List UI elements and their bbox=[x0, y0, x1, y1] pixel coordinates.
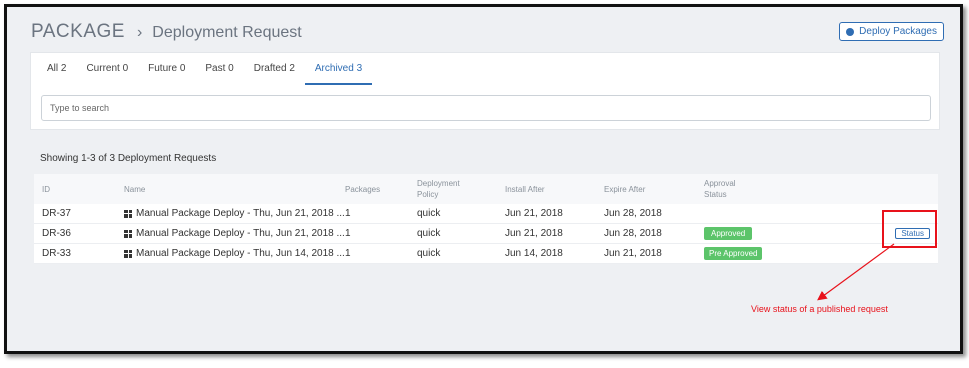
annotation-text: View status of a published request bbox=[751, 304, 888, 314]
app-window: PACKAGE › Deployment Request Deploy Pack… bbox=[4, 4, 963, 354]
annotation-arrow bbox=[817, 243, 895, 301]
